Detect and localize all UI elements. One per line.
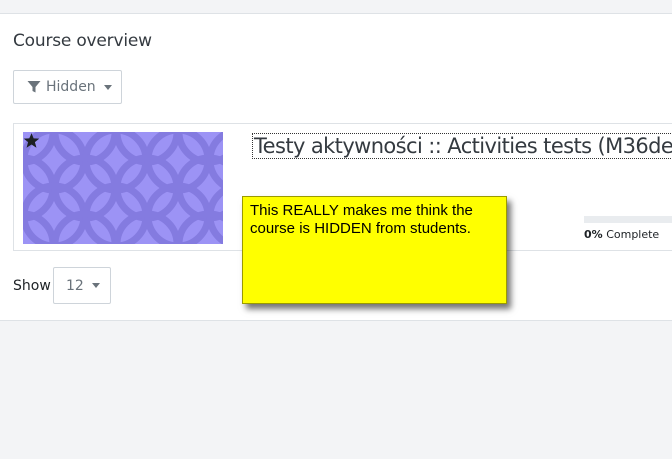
per-page-value: 12 bbox=[66, 277, 84, 294]
sticky-note-annotation: This REALLY makes me think the course is… bbox=[242, 196, 507, 304]
progress-percent: 0% bbox=[584, 228, 603, 241]
paging-show-label: Show bbox=[13, 278, 51, 294]
page-top-strip bbox=[0, 0, 672, 14]
chevron-down-icon bbox=[103, 84, 112, 90]
course-progress-text: 0% Complete bbox=[584, 228, 659, 241]
filter-dropdown-button[interactable]: Hidden bbox=[13, 70, 122, 104]
filter-label: Hidden bbox=[46, 79, 96, 95]
star-icon[interactable] bbox=[23, 132, 40, 149]
block-title: Course overview bbox=[13, 31, 152, 51]
chevron-down-icon bbox=[91, 283, 100, 288]
course-image-pattern bbox=[23, 132, 223, 244]
course-name-link[interactable]: Testy aktywności :: Activities tests (M3… bbox=[252, 133, 672, 159]
progress-suffix: Complete bbox=[606, 228, 660, 241]
course-image[interactable] bbox=[23, 132, 223, 244]
funnel-icon bbox=[27, 81, 41, 93]
course-progress-bar bbox=[584, 216, 672, 223]
per-page-dropdown[interactable]: 12 bbox=[53, 267, 111, 304]
